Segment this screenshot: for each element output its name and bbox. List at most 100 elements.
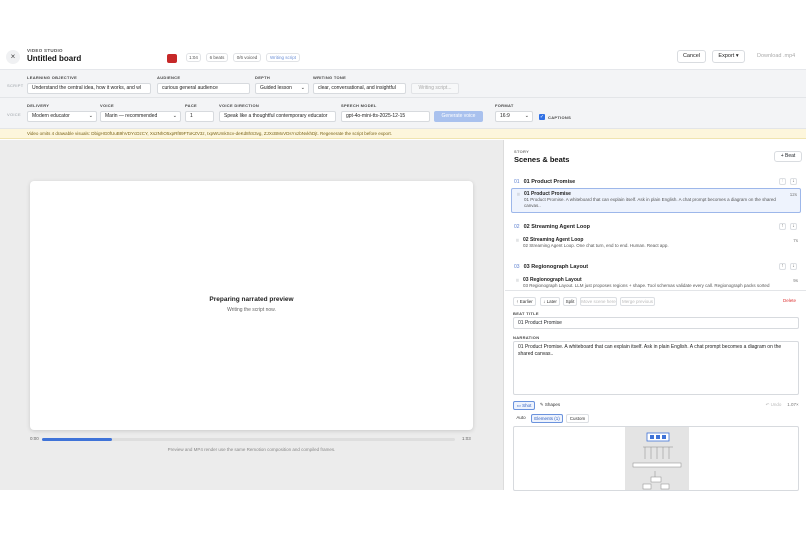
undo-button[interactable]: ↶ Undo (764, 401, 783, 410)
current-time: 0:00 (30, 436, 39, 441)
move-later-button[interactable]: ↓ Later (540, 297, 560, 306)
audience-input[interactable]: curious general audience (157, 83, 250, 94)
speech-model-input[interactable]: gpt-4o-mini-tts-2025-12-15 (341, 111, 430, 122)
speech-model-label: SPEECH MODEL (341, 103, 377, 108)
chevron-down-icon: ⌄ (88, 113, 93, 119)
beat-duration: 7s (793, 238, 798, 243)
shot-thumbnail[interactable] (625, 427, 689, 490)
merge-previous-button[interactable]: Merge previous (620, 297, 655, 306)
move-down-button[interactable]: ↓ (790, 223, 797, 230)
move-down-button[interactable]: ↓ (790, 263, 797, 270)
delivery-value: Modern educator (32, 113, 70, 119)
delete-beat-button[interactable]: Delete (783, 298, 796, 303)
diagram-thumbnail-icon (632, 432, 682, 490)
scene-header-2[interactable]: 02 02 Streaming Agent Loop (514, 224, 590, 230)
captions-label: CAPTIONS (548, 115, 572, 120)
beat-duration: 12s (789, 192, 797, 197)
board-title[interactable]: Untitled board (27, 54, 81, 63)
chevron-down-icon: ⌄ (172, 113, 177, 119)
scene-number: 02 (514, 224, 520, 230)
scene-number: 03 (514, 264, 520, 270)
layout-elements-option[interactable]: Elements (1) (531, 414, 563, 423)
generate-voice-button[interactable]: Generate voice (434, 111, 483, 122)
status-chip: Writing script (266, 53, 300, 62)
format-label: FORMAT (495, 103, 514, 108)
scene-header-1[interactable]: 01 01 Product Promise (514, 179, 575, 185)
learning-objective-label: LEARNING OBJECTIVE (27, 75, 78, 80)
beat-duration: 9s (793, 278, 798, 283)
captions-checkbox[interactable]: ✓ (539, 114, 545, 120)
pace-input[interactable]: 1 (185, 111, 214, 122)
move-scene-button[interactable]: Move scene here (580, 297, 617, 306)
tab-shot[interactable]: ▭ Shot (513, 401, 535, 410)
voice-value: Marin — recommended (105, 113, 158, 119)
writing-tone-input[interactable]: clear, conversational, and insightful (313, 83, 406, 94)
move-earlier-button[interactable]: ↑ Earlier (513, 297, 536, 306)
voiced-chip: 0/6 voiced (233, 53, 261, 62)
download-mp4-button[interactable]: Download .mp4 (757, 50, 795, 63)
chevron-down-icon: ⌄ (300, 85, 305, 91)
beat-description: 03 Regionograph Layout. LLM just propose… (523, 283, 770, 288)
playback-scrubber[interactable] (42, 438, 455, 441)
learning-objective-input[interactable]: Understand the central idea, how it work… (27, 83, 151, 94)
format-select[interactable]: 16:9 ⌄ (495, 111, 533, 122)
shot-preview[interactable] (513, 426, 799, 491)
preview-canvas[interactable]: Preparing narrated preview Writing the s… (30, 181, 473, 430)
chevron-down-icon: ⌄ (524, 113, 529, 119)
voice-select[interactable]: Marin — recommended ⌄ (100, 111, 181, 122)
layout-auto-option[interactable]: Auto (513, 414, 529, 423)
preview-footnote: Preview and MP4 render use the same Remo… (167, 447, 336, 452)
story-panel: STORY Scenes & beats + Beat 01 01 Product… (505, 140, 806, 491)
beat-description: 01 Product Promise. A whiteboard that ca… (524, 197, 776, 208)
beat-title-input[interactable]: 01 Product Promise (513, 317, 799, 329)
depth-select[interactable]: Guided lesson ⌄ (255, 83, 309, 94)
drag-handle-icon[interactable]: ⠿ (516, 238, 519, 243)
story-label: STORY (514, 149, 530, 154)
beats-chip: 6 beats (206, 53, 228, 62)
beat-card[interactable]: ⠿ 01 Product Promise 01 Product Promise.… (511, 188, 801, 213)
duration-chip: 1:04 (186, 53, 201, 62)
move-down-button[interactable]: ↓ (790, 178, 797, 185)
split-button[interactable]: Split (563, 297, 577, 306)
playback-progress (42, 438, 113, 441)
voice-settings-row: VOICE DELIVERY Modern educator ⌄ VOICE Ma… (0, 98, 806, 129)
scene-header-3[interactable]: 03 03 Regionograph Layout (514, 264, 588, 270)
add-beat-button[interactable]: + Beat (774, 151, 802, 162)
depth-value: Guided lesson (260, 85, 292, 91)
studio-label: VIDEO STUDIO (27, 48, 63, 53)
drag-handle-icon[interactable]: ⠿ (516, 278, 519, 283)
scene-title: 03 Regionograph Layout (523, 264, 589, 270)
beat-editor: ↑ Earlier ↓ Later Split Move scene here … (505, 290, 806, 491)
voice-direction-label: VOICE DIRECTION (219, 103, 260, 108)
scene-title: 01 Product Promise (523, 179, 576, 185)
warning-banner: Video omits 4 drawable visuals: DbigHG0f… (0, 129, 806, 139)
export-button[interactable]: Export ▾ (712, 50, 745, 63)
drag-handle-icon[interactable]: ⠿ (517, 192, 520, 197)
beat-description: 02 Streaming Agent Loop. One chat turn, … (523, 243, 669, 248)
move-up-button[interactable]: ↑ (779, 263, 786, 270)
format-value: 16:9 (500, 113, 510, 119)
preview-subtitle: Writing the script now. (227, 307, 276, 313)
move-up-button[interactable]: ↑ (779, 223, 786, 230)
voice-row-tag: VOICE (7, 112, 21, 117)
top-header: × VIDEO STUDIO Untitled board 1:04 6 bea… (0, 40, 806, 70)
script-settings-row: SCRIPT LEARNING OBJECTIVE Understand the… (0, 70, 806, 98)
scene-number: 01 (514, 179, 520, 185)
beat-title-label: BEAT TITLE (513, 311, 539, 316)
voice-direction-input[interactable]: Speak like a thoughtful contemporary edu… (219, 111, 336, 122)
writing-tone-label: WRITING TONE (313, 75, 347, 80)
pace-label: PACE (185, 103, 198, 108)
story-title: Scenes & beats (514, 155, 570, 164)
beat-card[interactable]: ⠿ 03 Regionograph Layout 03 Regionograph… (511, 275, 801, 289)
cancel-button[interactable]: Cancel (677, 50, 706, 63)
writing-script-button[interactable]: Writing script... (411, 83, 459, 94)
tab-shapes[interactable]: ✎ Shapes (538, 401, 562, 410)
narration-textarea[interactable]: 01 Product Promise. A whiteboard that ca… (513, 341, 799, 395)
voice-label: VOICE (100, 103, 114, 108)
layout-custom-option[interactable]: Custom (566, 414, 589, 423)
beat-card[interactable]: ⠿ 02 Streaming Agent Loop 02 Streaming A… (511, 235, 801, 255)
scene-title: 02 Streaming Agent Loop (523, 224, 590, 230)
move-up-button[interactable]: ↑ (779, 178, 786, 185)
delivery-select[interactable]: Modern educator ⌄ (27, 111, 97, 122)
close-icon[interactable]: × (6, 50, 20, 64)
